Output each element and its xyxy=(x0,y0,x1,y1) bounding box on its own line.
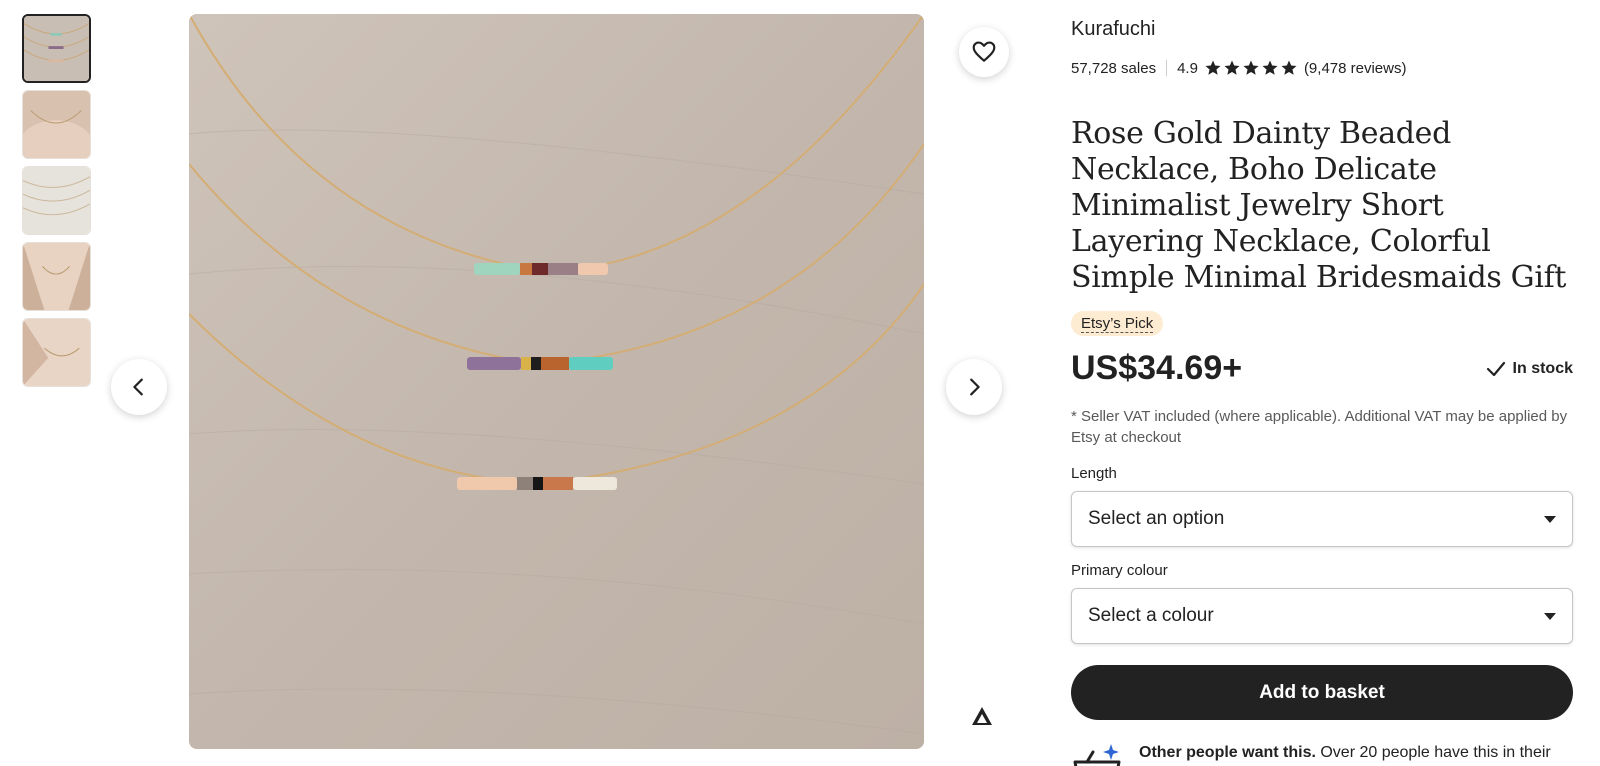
checkmark-icon xyxy=(1486,361,1505,376)
sales-count: 57,728 sales xyxy=(1071,59,1157,77)
colour-select[interactable]: Select a colour xyxy=(1071,588,1573,644)
price-row: US$34.69+ In stock xyxy=(1071,349,1573,388)
length-label: Length xyxy=(1071,465,1117,482)
shop-name-link[interactable]: Kurafuchi xyxy=(1071,18,1573,44)
star-icon xyxy=(1281,60,1297,75)
divider xyxy=(1166,60,1168,76)
shop-stats: 57,728 sales 4.9 (9,478 reviews) xyxy=(1071,58,1573,78)
product-info-panel: Kurafuchi 57,728 sales 4.9 (9,478 review… xyxy=(1071,18,1573,766)
badge-label: Etsy’s Pick xyxy=(1081,315,1154,333)
reviews-link[interactable]: (9,478 reviews) xyxy=(1304,60,1407,77)
favorite-button[interactable] xyxy=(959,27,1009,77)
demand-notice: Other people want this. Over 20 people h… xyxy=(1071,742,1573,766)
basket-icon xyxy=(1073,744,1121,766)
etsys-pick-badge[interactable]: Etsy’s Pick xyxy=(1071,311,1164,336)
view-in-room-button[interactable] xyxy=(966,700,998,732)
chevron-right-icon xyxy=(970,378,980,396)
chevron-left-icon xyxy=(133,378,143,396)
heart-icon xyxy=(972,41,996,62)
length-select[interactable]: Select an option xyxy=(1071,491,1573,547)
colour-label: Primary colour xyxy=(1071,562,1168,579)
thumbnail-5[interactable] xyxy=(22,318,91,387)
product-price: US$34.69+ xyxy=(1071,349,1243,387)
product-title: Rose Gold Dainty Beaded Necklace, Boho D… xyxy=(1071,116,1567,295)
previous-image-button[interactable] xyxy=(111,359,167,415)
product-main-image xyxy=(189,14,924,749)
star-icon xyxy=(1262,60,1278,75)
star-icon xyxy=(1224,60,1240,75)
star-icon xyxy=(1243,60,1259,75)
length-select-value: Select an option xyxy=(1088,508,1225,529)
rating-value: 4.9 xyxy=(1177,59,1198,77)
ar-view-icon xyxy=(972,707,992,725)
thumbnail-3[interactable] xyxy=(22,166,91,235)
vat-note: * Seller VAT included (where applicable)… xyxy=(1071,408,1568,446)
demand-bold: Other people want this. xyxy=(1139,744,1316,761)
stock-status: In stock xyxy=(1486,360,1573,378)
caret-down-icon xyxy=(1544,515,1556,523)
thumbnail-4[interactable] xyxy=(22,242,91,311)
next-image-button[interactable] xyxy=(946,359,1002,415)
add-to-basket-button[interactable]: Add to basket xyxy=(1071,665,1573,720)
thumbnail-strip xyxy=(22,14,91,394)
caret-down-icon xyxy=(1544,612,1556,620)
thumbnail-1[interactable] xyxy=(22,14,91,83)
star-icon xyxy=(1205,60,1221,75)
stock-label: In stock xyxy=(1512,359,1573,377)
thumbnail-2[interactable] xyxy=(22,90,91,159)
colour-select-value: Select a colour xyxy=(1088,605,1214,626)
demand-text: Other people want this. Over 20 people h… xyxy=(1139,742,1573,766)
rating-stars xyxy=(1204,59,1298,77)
